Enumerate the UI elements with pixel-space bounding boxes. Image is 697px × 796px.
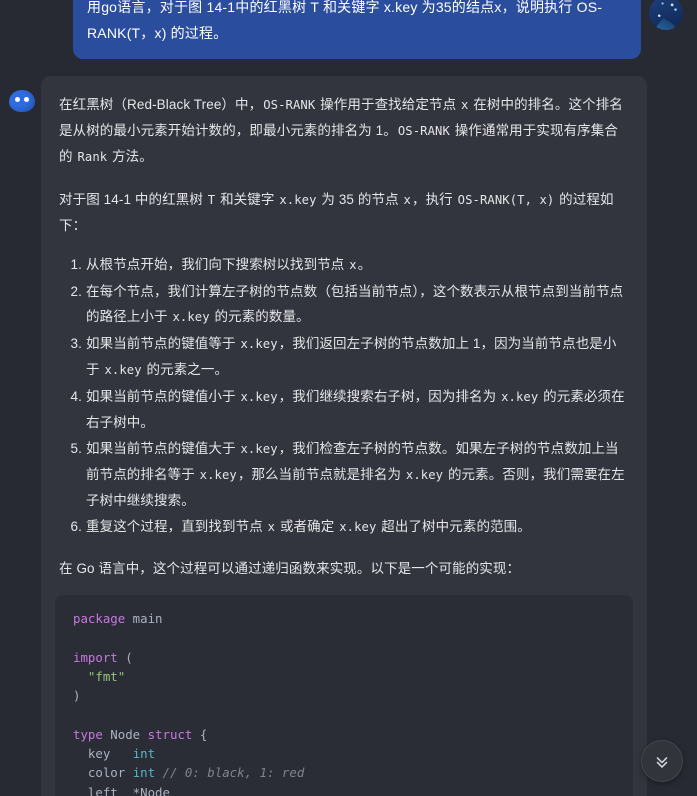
assistant-paragraph-2: 对于图 14-1 中的红黑树 T 和关键字 x.key 为 35 的节点 x，执… [59, 187, 629, 238]
p1-code-os-rank: OS-RANK [263, 98, 316, 112]
code-token: { [192, 726, 208, 742]
step5-code3: x.key [405, 468, 444, 482]
p2-code-t: T [207, 193, 216, 207]
assistant-paragraph-3: 在 Go 语言中，这个过程可以通过递归函数来实现。以下是一个可能的实现： [59, 561, 521, 576]
step5-seg1: 如果当前节点的键值大于 [86, 441, 240, 456]
step4-code1: x.key [240, 390, 278, 404]
code-token: key [73, 746, 133, 762]
step1-code1: x [349, 258, 357, 272]
step4-seg1: 如果当前节点的键值小于 [86, 389, 240, 404]
steps-list: 从根节点开始，我们向下搜索树以找到节点 x。 在每个节点，我们计算左子树的节点数… [59, 252, 629, 540]
code-token: // 0: black, 1: red [162, 765, 305, 781]
step6-seg1: 重复这个过程，直到找到节点 [86, 519, 267, 534]
code-token: import [73, 649, 118, 665]
step2-code1: x.key [172, 310, 210, 324]
code-token: int [132, 746, 156, 762]
p2-code-call: OS-RANK(T, x) [457, 193, 555, 207]
user-message-bubble[interactable]: 用go语言，对于图 14-1中的红黑树 T 和关键字 x.key 为35的结点x… [73, 0, 641, 59]
list-item: 在每个节点，我们计算左子树的节点数（包括当前节点），这个数表示从根节点到当前节点… [64, 279, 629, 330]
step1-seg2: 。 [357, 257, 372, 272]
p1-code-os-rank-2: OS-RANK [397, 124, 450, 138]
list-item: 重复这个过程，直到找到节点 x 或者确定 x.key 超出了树中元素的范围。 [64, 514, 629, 540]
p1-code-rank: Rank [77, 150, 108, 164]
code-token: type [73, 726, 103, 742]
step6-code1: x [267, 520, 276, 534]
chevron-double-down-icon [653, 752, 671, 770]
step5-code2: x.key [199, 468, 237, 482]
code-content: package main import ( "fmt" ) type Node … [55, 609, 633, 796]
code-token: color [73, 765, 133, 781]
p2-seg4: ，执行 [411, 192, 457, 207]
assistant-avatar [9, 90, 35, 112]
step3-code1: x.key [240, 337, 278, 351]
list-item: 如果当前节点的键值大于 x.key，我们检查左子树的节点数。如果左子树的节点数加… [64, 436, 629, 513]
p2-seg3: 为 35 的节点 [317, 192, 403, 207]
code-token: main [125, 611, 163, 626]
user-message-turn: 用go语言，对于图 14-1中的红黑树 T 和关键字 x.key 为35的结点x… [0, 0, 697, 59]
code-token: struct [147, 726, 193, 742]
step6-seg2: 或者确定 [276, 519, 339, 534]
code-token: left *Node [73, 784, 170, 796]
user-message-text: 用go语言，对于图 14-1中的红黑树 T 和关键字 x.key 为35的结点x… [87, 0, 603, 41]
chat-scroll-viewport[interactable]: 用go语言，对于图 14-1中的红黑树 T 和关键字 x.key 为35的结点x… [0, 0, 697, 796]
code-block-go[interactable]: package main import ( "fmt" ) type Node … [55, 595, 633, 796]
avatar-eye-left [15, 97, 20, 102]
step5-seg3: ，那么当前节点就是排名为 [237, 467, 405, 482]
avatar-eye-right [24, 97, 29, 102]
step3-seg3: 的元素之一。 [142, 362, 229, 377]
assistant-message-turn: 在红黑树（Red-Black Tree）中，OS-RANK 操作用于查找给定节点… [0, 59, 697, 796]
scroll-to-bottom-button[interactable] [641, 740, 683, 782]
step5-code1: x.key [240, 442, 278, 456]
user-avatar[interactable] [649, 0, 683, 30]
step4-seg2: ，我们继续搜索右子树，因为排名为 [278, 389, 501, 404]
list-item: 如果当前节点的键值等于 x.key，我们返回左子树的节点数加上 1，因为当前节点… [64, 331, 629, 383]
step1-seg1: 从根节点开始，我们向下搜索树以找到节点 [86, 257, 349, 272]
assistant-message-card: 在红黑树（Red-Black Tree）中，OS-RANK 操作用于查找给定节点… [41, 76, 647, 796]
code-token: int [132, 765, 156, 781]
list-item: 从根节点开始，我们向下搜索树以找到节点 x。 [64, 252, 629, 278]
list-item: 如果当前节点的键值小于 x.key，我们继续搜索右子树，因为排名为 x.key … [64, 384, 629, 435]
assistant-paragraph-1: 在红黑树（Red-Black Tree）中，OS-RANK 操作用于查找给定节点… [59, 92, 629, 170]
step3-code2: x.key [104, 363, 142, 377]
code-token: package [73, 611, 126, 626]
step6-code2: x.key [339, 520, 377, 534]
step4-code2: x.key [501, 390, 539, 404]
code-token: ( [117, 649, 133, 665]
step2-seg1: 在每个节点，我们计算左子树的节点数（包括当前节点），这个数表示从根节点到当前节点… [86, 284, 624, 324]
step3-seg1: 如果当前节点的键值等于 [86, 336, 240, 351]
p1-seg5: 方法。 [108, 149, 153, 164]
p1-seg2: 操作用于查找给定节点 [316, 97, 461, 112]
p2-code-x: x [403, 193, 411, 207]
p2-seg2: 和关键字 [216, 192, 279, 207]
step6-seg3: 超出了树中元素的范围。 [377, 519, 531, 534]
code-token: Node [102, 726, 148, 742]
p2-seg1: 对于图 14-1 中的红黑树 [59, 192, 207, 207]
p2-code-xkey: x.key [279, 193, 317, 207]
code-token: "fmt" [87, 668, 126, 684]
step2-seg2: 的元素的数量。 [210, 309, 310, 324]
code-token: ) [73, 688, 81, 704]
p1-seg1: 在红黑树（Red-Black Tree）中， [59, 97, 263, 112]
